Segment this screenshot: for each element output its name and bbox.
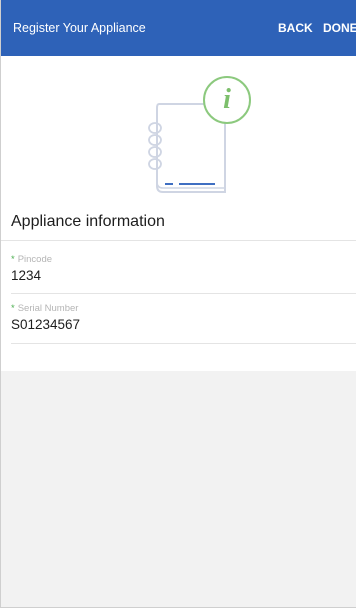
done-button[interactable]: DONE xyxy=(323,21,356,35)
field-underline xyxy=(11,343,356,344)
app-screen: Register Your Appliance BACK DONE i Appl… xyxy=(0,0,356,608)
pincode-value[interactable]: 1234 xyxy=(11,268,356,284)
field-underline xyxy=(11,293,356,294)
required-marker: * xyxy=(11,303,15,314)
serial-number-label: * Serial Number xyxy=(11,303,79,314)
top-app-bar: Register Your Appliance BACK DONE xyxy=(1,0,356,56)
page-title: Register Your Appliance xyxy=(13,21,146,35)
section-title: Appliance information xyxy=(11,213,165,230)
back-button[interactable]: BACK xyxy=(278,21,313,35)
info-icon: i xyxy=(223,84,231,115)
divider xyxy=(1,240,356,241)
serial-number-field[interactable]: * Serial Number S01234567 xyxy=(11,303,356,344)
form-card: i Appliance information * Pincode 1234 * S… xyxy=(1,56,356,371)
info-badge: i xyxy=(203,76,251,124)
serial-number-value[interactable]: S01234567 xyxy=(11,317,356,333)
appliance-manual-illustration: i xyxy=(139,74,259,198)
pincode-field[interactable]: * Pincode 1234 xyxy=(11,254,356,294)
pincode-label: * Pincode xyxy=(11,254,53,265)
required-marker: * xyxy=(11,254,15,265)
